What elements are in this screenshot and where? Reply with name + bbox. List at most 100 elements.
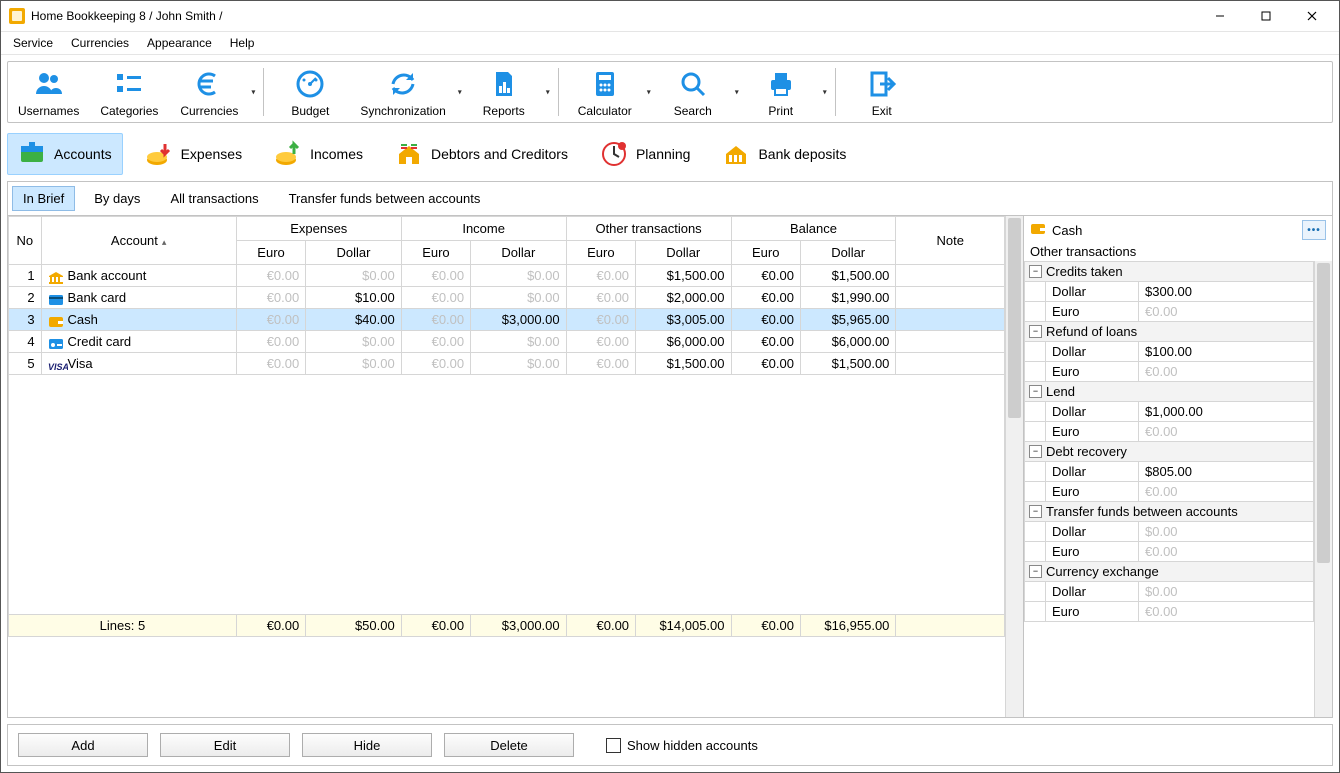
collapse-icon[interactable]: − xyxy=(1029,325,1042,338)
hide-button[interactable]: Hide xyxy=(302,733,432,757)
chevron-down-icon[interactable]: ▾ xyxy=(735,88,739,97)
maximize-button[interactable] xyxy=(1243,1,1289,31)
tree-kv-row[interactable]: Dollar$0.00 xyxy=(1025,581,1313,601)
menu-service[interactable]: Service xyxy=(5,34,61,52)
section-accounts-label: Accounts xyxy=(54,146,112,162)
subtab-transfer-funds[interactable]: Transfer funds between accounts xyxy=(278,186,492,211)
menu-help[interactable]: Help xyxy=(222,34,263,52)
chevron-down-icon[interactable]: ▾ xyxy=(458,88,462,97)
tree-kv-row[interactable]: Euro€0.00 xyxy=(1025,601,1313,621)
accounts-grid[interactable]: No Account▴ Expenses Income Other transa… xyxy=(8,216,1005,637)
print-icon xyxy=(765,68,797,100)
col-note[interactable]: Note xyxy=(896,217,1005,265)
col-oth-euro[interactable]: Euro xyxy=(566,241,635,265)
tree-group-header[interactable]: −Lend xyxy=(1025,382,1313,401)
tree-group-header[interactable]: −Credits taken xyxy=(1025,262,1313,281)
tree-group-header[interactable]: −Refund of loans xyxy=(1025,322,1313,341)
tree-kv-row[interactable]: Dollar$1,000.00 xyxy=(1025,401,1313,421)
menu-appearance[interactable]: Appearance xyxy=(139,34,220,52)
toolbar-search[interactable]: Search ▾ xyxy=(653,62,741,122)
chevron-down-icon[interactable]: ▾ xyxy=(251,88,255,97)
col-bal-euro[interactable]: Euro xyxy=(731,241,800,265)
grid-vertical-scrollbar[interactable] xyxy=(1005,216,1023,717)
tree-kv-row[interactable]: Dollar$300.00 xyxy=(1025,281,1313,301)
col-bal-dollar[interactable]: Dollar xyxy=(800,241,895,265)
checkbox-box[interactable] xyxy=(606,738,621,753)
tree-kv-row[interactable]: Dollar$805.00 xyxy=(1025,461,1313,481)
tree-group-header[interactable]: −Transfer funds between accounts xyxy=(1025,502,1313,521)
col-inc-euro[interactable]: Euro xyxy=(401,241,470,265)
tree-kv-row[interactable]: Euro€0.00 xyxy=(1025,541,1313,561)
menu-currencies[interactable]: Currencies xyxy=(63,34,137,52)
subtab-in-brief[interactable]: In Brief xyxy=(12,186,75,211)
tree-kv-row[interactable]: Dollar$100.00 xyxy=(1025,341,1313,361)
toolbar-print[interactable]: Print ▾ xyxy=(741,62,829,122)
section-expenses-label: Expenses xyxy=(181,146,242,162)
chevron-down-icon[interactable]: ▾ xyxy=(546,88,550,97)
col-balance[interactable]: Balance xyxy=(731,217,896,241)
chevron-down-icon[interactable]: ▾ xyxy=(823,88,827,97)
toolbar-reports[interactable]: Reports ▾ xyxy=(464,62,552,122)
section-expenses[interactable]: Expenses xyxy=(135,134,252,174)
toolbar-budget[interactable]: Budget xyxy=(270,62,350,122)
collapse-icon[interactable]: − xyxy=(1029,385,1042,398)
section-accounts[interactable]: Accounts xyxy=(7,133,123,175)
col-expenses[interactable]: Expenses xyxy=(236,217,401,241)
toolbar-separator xyxy=(835,68,836,116)
close-button[interactable] xyxy=(1289,1,1335,31)
details-header: Cash ••• xyxy=(1024,216,1332,244)
toolbar-usernames[interactable]: Usernames xyxy=(8,62,89,122)
section-incomes[interactable]: Incomes xyxy=(264,134,373,174)
table-row[interactable]: 2Bank card€0.00$10.00€0.00$0.00€0.00$2,0… xyxy=(9,287,1005,309)
details-more-button[interactable]: ••• xyxy=(1302,220,1326,240)
collapse-icon[interactable]: − xyxy=(1029,445,1042,458)
col-exp-euro[interactable]: Euro xyxy=(236,241,305,265)
reports-icon xyxy=(488,68,520,100)
toolbar-categories[interactable]: Categories xyxy=(89,62,169,122)
wallet-icon xyxy=(48,315,64,327)
table-row[interactable]: 5VISAVisa€0.00$0.00€0.00$0.00€0.00$1,500… xyxy=(9,353,1005,375)
section-bank-deposits[interactable]: Bank deposits xyxy=(712,134,856,174)
collapse-icon[interactable]: − xyxy=(1029,505,1042,518)
col-exp-dollar[interactable]: Dollar xyxy=(306,241,401,265)
toolbar-exit-label: Exit xyxy=(872,104,892,118)
toolbar-exit[interactable]: Exit xyxy=(842,62,922,122)
toolbar-synchronization[interactable]: Synchronization ▾ xyxy=(350,62,463,122)
col-income[interactable]: Income xyxy=(401,217,566,241)
details-scrollbar[interactable] xyxy=(1314,261,1332,717)
scrollbar-thumb[interactable] xyxy=(1317,263,1330,563)
tree-group-header[interactable]: −Currency exchange xyxy=(1025,562,1313,581)
col-account[interactable]: Account▴ xyxy=(41,217,236,265)
delete-button[interactable]: Delete xyxy=(444,733,574,757)
col-no[interactable]: No xyxy=(9,217,42,265)
tree-kv-row[interactable]: Dollar$0.00 xyxy=(1025,521,1313,541)
show-hidden-checkbox[interactable]: Show hidden accounts xyxy=(606,738,758,753)
card-icon xyxy=(48,293,64,305)
toolbar-currencies[interactable]: Currencies ▾ xyxy=(169,62,257,122)
col-inc-dollar[interactable]: Dollar xyxy=(471,241,566,265)
edit-button[interactable]: Edit xyxy=(160,733,290,757)
subtab-all-transactions[interactable]: All transactions xyxy=(159,186,269,211)
table-row[interactable]: 4Credit card€0.00$0.00€0.00$0.00€0.00$6,… xyxy=(9,331,1005,353)
window-title: Home Bookkeeping 8 / John Smith / xyxy=(31,9,222,23)
minimize-button[interactable] xyxy=(1197,1,1243,31)
add-button[interactable]: Add xyxy=(18,733,148,757)
tree-kv-row[interactable]: Euro€0.00 xyxy=(1025,361,1313,381)
section-debtors-creditors[interactable]: Debtors and Creditors xyxy=(385,134,578,174)
collapse-icon[interactable]: − xyxy=(1029,565,1042,578)
table-row[interactable]: 1Bank account€0.00$0.00€0.00$0.00€0.00$1… xyxy=(9,265,1005,287)
collapse-icon[interactable]: − xyxy=(1029,265,1042,278)
toolbar-calculator[interactable]: Calculator ▾ xyxy=(565,62,653,122)
tree-kv-row[interactable]: Euro€0.00 xyxy=(1025,481,1313,501)
chevron-down-icon[interactable]: ▾ xyxy=(647,88,651,97)
table-row[interactable]: 3Cash€0.00$40.00€0.00$3,000.00€0.00$3,00… xyxy=(9,309,1005,331)
subtab-by-days[interactable]: By days xyxy=(83,186,151,211)
tree-group-header[interactable]: −Debt recovery xyxy=(1025,442,1313,461)
tree-kv-row[interactable]: Euro€0.00 xyxy=(1025,301,1313,321)
accounts-icon xyxy=(18,140,46,168)
scrollbar-thumb[interactable] xyxy=(1008,218,1021,418)
tree-kv-row[interactable]: Euro€0.00 xyxy=(1025,421,1313,441)
col-other[interactable]: Other transactions xyxy=(566,217,731,241)
col-oth-dollar[interactable]: Dollar xyxy=(636,241,731,265)
section-planning[interactable]: Planning xyxy=(590,134,701,174)
